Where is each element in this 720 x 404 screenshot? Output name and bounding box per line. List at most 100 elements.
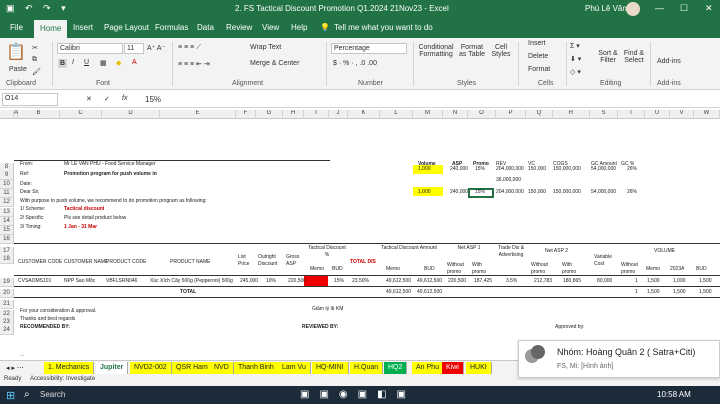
th-bud[interactable]: BUD bbox=[332, 265, 343, 274]
number-format-select[interactable]: Percentage bbox=[331, 43, 407, 54]
r19-cell[interactable]: 212,783 bbox=[534, 277, 552, 286]
row-header-14[interactable]: 14 bbox=[0, 217, 14, 226]
col-header-n[interactable]: N bbox=[443, 110, 468, 119]
col-header-t[interactable]: T bbox=[618, 110, 645, 119]
col-header-i[interactable]: I bbox=[304, 110, 329, 119]
th-tactical[interactable]: Tactical Discount % bbox=[308, 245, 346, 259]
col-header-j[interactable]: J bbox=[329, 110, 348, 119]
col-header-f[interactable]: F bbox=[236, 110, 256, 119]
search-icon[interactable]: ⌕ bbox=[24, 389, 30, 400]
sheet-tab[interactable]: NVD bbox=[210, 362, 234, 374]
bold-button[interactable]: B bbox=[58, 59, 68, 68]
format-cells-button[interactable]: Format bbox=[528, 66, 550, 73]
col-header-s[interactable]: S bbox=[590, 110, 618, 119]
tab-formulas[interactable]: Formulas bbox=[155, 23, 188, 32]
row-header-12[interactable]: 12 bbox=[0, 198, 14, 207]
formula-input[interactable]: 15% bbox=[145, 95, 161, 104]
row-header-24[interactable]: 24 bbox=[0, 326, 14, 335]
cell-styles-button[interactable]: Cell Styles bbox=[490, 44, 512, 58]
th-volume[interactable]: VOLUME bbox=[654, 247, 675, 256]
quick-access-toolbar[interactable]: ▣ ↶ ↷ ▾ bbox=[6, 3, 70, 14]
th-list-price[interactable]: List Price bbox=[238, 254, 256, 268]
r19-cell[interactable]: 187,425 bbox=[474, 277, 492, 286]
col-header-w[interactable]: W bbox=[694, 110, 720, 119]
r14-value[interactable]: 15% bbox=[475, 188, 485, 197]
row-header-10[interactable]: 10 bbox=[0, 180, 14, 189]
sheet-tab[interactable]: QSR Ham bbox=[172, 362, 213, 374]
fill-color-icon[interactable]: ◆ bbox=[116, 59, 121, 67]
merge-center-button[interactable]: Merge & Center bbox=[250, 60, 299, 67]
col-header-h[interactable]: H bbox=[283, 110, 304, 119]
r12-value[interactable]: 15% bbox=[475, 165, 485, 174]
th-trade[interactable]: Trade Dis & Advertising bbox=[496, 245, 526, 259]
r19-cell[interactable]: CVSAOMS101 bbox=[18, 277, 51, 286]
col-header-v[interactable]: V bbox=[670, 110, 694, 119]
copy-icon[interactable]: ⧉ bbox=[32, 56, 37, 64]
timing-value[interactable]: 1 Jan - 31 Mar bbox=[64, 223, 97, 232]
borders-icon[interactable]: ▦ bbox=[100, 59, 107, 67]
r19-cell[interactable]: 49,612,500 bbox=[417, 277, 442, 286]
tab-page-layout[interactable]: Page Layout bbox=[104, 23, 149, 32]
col-header-c[interactable]: C bbox=[60, 110, 102, 119]
timing-label[interactable]: 3/ Timing: bbox=[20, 223, 42, 232]
r19-cell[interactable]: 220,500 bbox=[448, 277, 466, 286]
col-header-k[interactable]: K bbox=[348, 110, 380, 119]
taskbar-search[interactable]: Search bbox=[40, 390, 65, 399]
sheet-tab[interactable]: Thanh Binh bbox=[234, 362, 279, 374]
sheet-tab[interactable]: 1. Mechanics bbox=[44, 362, 95, 374]
col-header-b[interactable]: B bbox=[18, 110, 60, 119]
tab-data[interactable]: Data bbox=[197, 23, 214, 32]
row-header-9[interactable]: 9 bbox=[0, 171, 14, 180]
tab-review[interactable]: Review bbox=[226, 23, 252, 32]
approved-by[interactable]: Approved by: bbox=[555, 323, 584, 332]
chat-notification[interactable]: Nhóm: Hoàng Quân 2 ( Satra+Citi) FS, Mi:… bbox=[518, 340, 720, 378]
sheet-tab[interactable]: Lam Vu bbox=[278, 362, 311, 374]
row-header-18[interactable]: 18 bbox=[0, 255, 14, 264]
sheet-tab[interactable]: HUKI bbox=[466, 362, 492, 374]
r19-cell[interactable]: VBFLSRN046 bbox=[106, 277, 137, 286]
r19-cell[interactable]: 220,500 bbox=[288, 277, 306, 286]
r12-value[interactable]: 204,000,000 bbox=[496, 165, 524, 174]
col-header-o[interactable]: O bbox=[468, 110, 496, 119]
font-name-select[interactable]: Calibri bbox=[57, 43, 123, 54]
r20-memo-amt[interactable]: 49,612,500 bbox=[386, 288, 411, 297]
th-without[interactable]: Without promo bbox=[447, 262, 467, 276]
r20-memo[interactable]: 1,500 bbox=[647, 288, 660, 297]
r12-value[interactable]: 26% bbox=[627, 165, 637, 174]
th-outright[interactable]: Outright Discount bbox=[258, 254, 282, 268]
th-variable[interactable]: Variable Cost bbox=[594, 254, 618, 268]
sheet-tab[interactable]: HQ2 bbox=[384, 362, 408, 374]
r19-cell[interactable]: 1 bbox=[635, 277, 638, 286]
grow-font-icon[interactable]: A⁺ A⁻ bbox=[147, 44, 165, 52]
r20-bud-amt[interactable]: 49,612,500 bbox=[417, 288, 442, 297]
r19-cell[interactable]: 23.50% bbox=[352, 277, 369, 286]
row-header-16[interactable]: 16 bbox=[0, 235, 14, 244]
reviewed-by[interactable]: REVIEWED BY: bbox=[302, 323, 338, 332]
enter-icon[interactable]: ✓ bbox=[104, 95, 110, 103]
col-header-m[interactable]: M bbox=[413, 110, 443, 119]
sheet-tab[interactable]: An Phu bbox=[412, 362, 444, 374]
th-memo[interactable]: Memo bbox=[310, 265, 324, 274]
col-header-p[interactable]: P bbox=[496, 110, 526, 119]
conditional-formatting-button[interactable]: Conditional Formatting bbox=[418, 44, 454, 58]
align-left-icons[interactable]: ≡ ≡ ≡ ⇤ ⇥ bbox=[178, 60, 210, 68]
th-product-code[interactable]: PRODUCT CODE bbox=[106, 258, 146, 267]
sheet-tab[interactable]: HQ-MINI bbox=[312, 362, 349, 374]
windows-start-icon[interactable]: ⊞ bbox=[6, 389, 15, 402]
th-tac-amount[interactable]: Tactical Discount Amount bbox=[380, 245, 438, 252]
r19-cell[interactable]: 49,612,500 bbox=[386, 277, 411, 286]
r14-value[interactable]: 150,000,000 bbox=[553, 188, 581, 197]
find-select-button[interactable]: Find & Select bbox=[621, 50, 647, 64]
insert-cells-button[interactable]: Insert bbox=[528, 40, 546, 47]
scheme-value[interactable]: Tactical discount bbox=[64, 205, 104, 214]
r19-cell[interactable]: 245,000 bbox=[240, 277, 258, 286]
r19-cell[interactable]: 10% bbox=[266, 277, 276, 286]
th-without3[interactable]: Without promo bbox=[621, 262, 643, 276]
avatar[interactable] bbox=[626, 2, 640, 16]
th-with2[interactable]: With promo bbox=[562, 262, 584, 276]
specific-value[interactable]: Pls see detail product below bbox=[64, 214, 126, 223]
col-header-d[interactable]: D bbox=[102, 110, 160, 119]
font-size-select[interactable]: 11 bbox=[124, 43, 144, 54]
sheet-tab[interactable]: Kiwi bbox=[442, 362, 464, 374]
r19-cell[interactable]: NPP Sao Mộc bbox=[64, 277, 95, 286]
